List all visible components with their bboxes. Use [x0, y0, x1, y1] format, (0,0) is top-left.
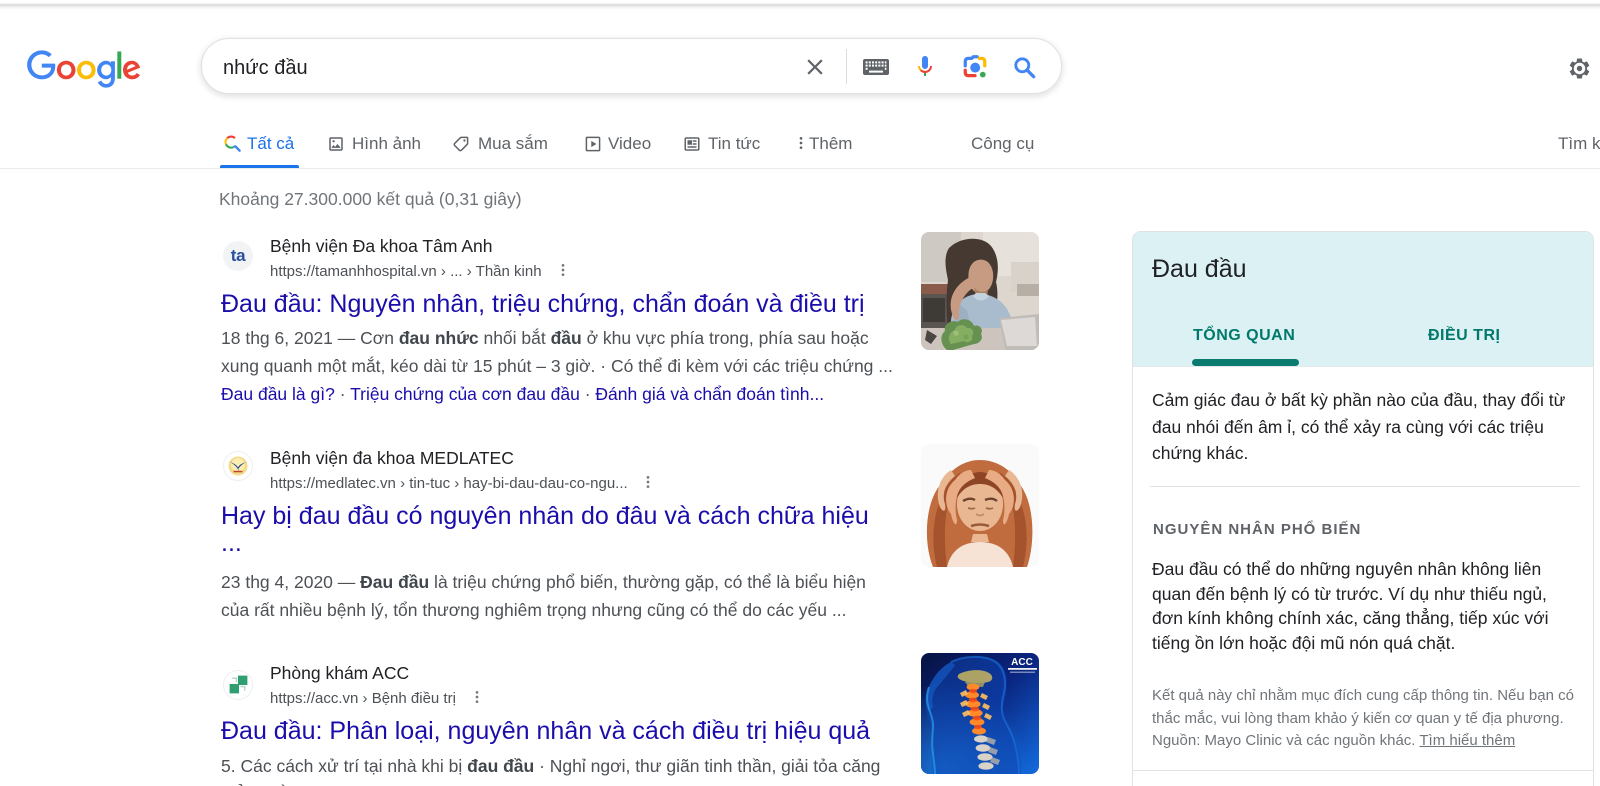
svg-text:ACC: ACC: [1011, 657, 1033, 668]
